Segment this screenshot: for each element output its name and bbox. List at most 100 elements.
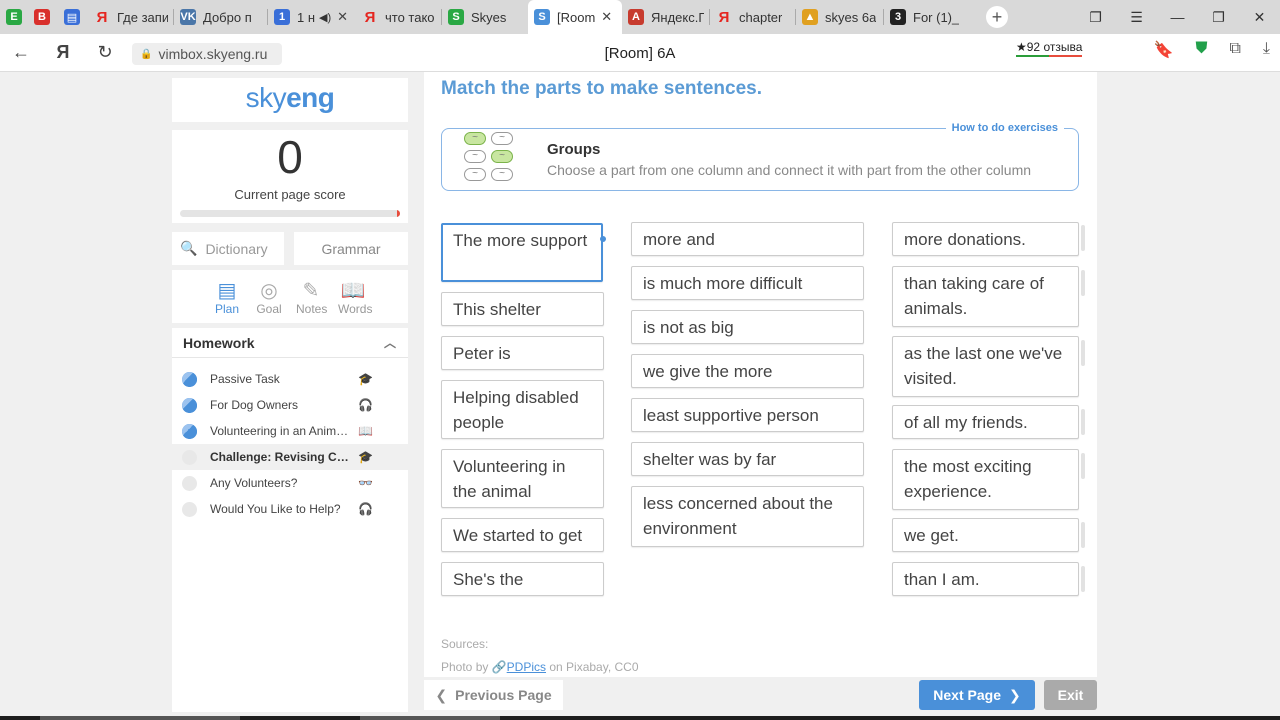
yandex-icon: Я <box>96 8 108 26</box>
match-item-col2[interactable]: least supportive person <box>631 398 864 432</box>
words-icon: 📖 <box>340 280 366 302</box>
match-item-col3[interactable]: than I am. <box>892 562 1079 596</box>
score-value: 0 <box>277 131 303 183</box>
nav-goal[interactable]: ◎ Goal <box>254 278 284 323</box>
tab-yandex-2[interactable]: Ячто тако <box>356 0 442 34</box>
match-item-col1[interactable]: She's the <box>441 562 604 596</box>
homework-item[interactable]: Any Volunteers? 👓 <box>172 470 408 496</box>
skysmart-icon: S <box>448 9 464 25</box>
tab-for[interactable]: 3 For (1)_ <box>884 0 972 34</box>
download-icon[interactable]: ⤓ <box>1263 40 1270 60</box>
groups-title: Groups <box>547 141 601 158</box>
dictionary-search[interactable]: 🔍 Dictionary <box>172 232 284 265</box>
match-item-col2[interactable]: is much more difficult <box>631 266 864 300</box>
reviews-badge[interactable]: ★92 отзыва <box>1016 40 1083 57</box>
nav-words[interactable]: 📖 Words <box>338 278 372 323</box>
tab-yandex-docs[interactable]: A Яндекс.П <box>622 0 710 34</box>
yandex-icon: Я <box>718 8 730 26</box>
drag-handle[interactable] <box>1081 409 1085 435</box>
match-item-col3[interactable]: of all my friends. <box>892 405 1079 439</box>
match-item-col2[interactable]: we give the more <box>631 354 864 388</box>
previous-page-button[interactable]: ❮ Previous Page <box>424 680 563 710</box>
match-item-col3[interactable]: as the last one we've visited. <box>892 336 1079 397</box>
nav-plan[interactable]: ▤ Plan <box>212 278 242 323</box>
chevron-right-icon: ❯ <box>1008 686 1021 703</box>
number-three-icon: 3 <box>890 9 906 25</box>
nav-notes[interactable]: ✎ Notes <box>296 278 327 323</box>
notes-icon: ✎ <box>302 280 320 302</box>
drag-handle[interactable] <box>1081 225 1085 251</box>
protect-shield-icon[interactable]: ⛊ <box>1195 40 1207 60</box>
drag-handle[interactable] <box>1081 566 1085 592</box>
completed-status-icon <box>182 423 197 439</box>
pdf-icon: A <box>628 9 644 25</box>
skyeng-icon: S <box>534 9 550 25</box>
match-item-col1[interactable]: Helping disabled people <box>441 380 604 439</box>
homework-item[interactable]: For Dog Owners 🎧 <box>172 392 408 418</box>
close-icon[interactable]: ✕ <box>601 9 612 25</box>
connector-dot[interactable] <box>600 236 606 242</box>
number-one-icon: 1 <box>274 9 290 25</box>
match-item-col1-selected[interactable]: The more support <box>441 223 603 282</box>
tab-skyes[interactable]: S Skyes <box>442 0 528 34</box>
menu-icon[interactable]: ☰ <box>1116 9 1157 26</box>
page-title: [Room] 6A <box>604 45 676 62</box>
match-item-col1[interactable]: We started to get <box>441 518 604 552</box>
tab-images[interactable]: ▲ skyes 6a <box>796 0 884 34</box>
tab-number-1[interactable]: 11 н ◀) ✕ <box>268 0 356 34</box>
speaker-icon[interactable]: ◀) <box>319 11 331 24</box>
tab-yandex-3[interactable]: Яchapter <box>710 0 796 34</box>
score-label: Current page score <box>234 187 346 202</box>
pdpics-link[interactable]: PDPics <box>507 660 546 674</box>
tab-evernote[interactable]: E <box>0 0 28 34</box>
sidebar-nav: ▤ Plan ◎ Goal ✎ Notes 📖 Words <box>172 270 408 323</box>
match-item-col3[interactable]: than taking care of animals. <box>892 266 1079 327</box>
maximize-icon[interactable]: ❐ <box>1198 9 1239 26</box>
listening-icon: 🎧 <box>358 502 373 516</box>
tab-yandex-1[interactable]: Я Где запи <box>88 0 174 34</box>
homework-item-selected[interactable]: Challenge: Revising Com... 🎓 <box>172 444 408 470</box>
how-to-do-exercises-link[interactable]: How to do exercises <box>945 122 1064 134</box>
match-item-col2[interactable]: more and <box>631 222 864 256</box>
match-item-col2[interactable]: less concerned about the environment <box>631 486 864 547</box>
minimize-icon[interactable]: — <box>1157 9 1198 25</box>
exit-button[interactable]: Exit <box>1044 680 1097 710</box>
tab-vk[interactable]: VK Добро п <box>174 0 268 34</box>
homework-header[interactable]: Homework ︿ <box>172 328 408 358</box>
completed-status-icon <box>182 371 197 387</box>
drag-handle[interactable] <box>1081 340 1085 366</box>
match-item-col3[interactable]: more donations. <box>892 222 1079 256</box>
grammar-button[interactable]: Grammar <box>294 232 408 265</box>
match-item-col1[interactable]: Peter is <box>441 336 604 370</box>
completed-status-icon <box>182 397 197 413</box>
next-page-button[interactable]: Next Page ❯ <box>919 680 1035 710</box>
evernote-icon: E <box>6 9 22 25</box>
b-logo-icon: B <box>34 9 50 25</box>
tabs-menu-icon[interactable]: ❐ <box>1075 9 1116 26</box>
drag-handle[interactable] <box>1081 453 1085 479</box>
homework-item[interactable]: Volunteering in an Anima... 📖 <box>172 418 408 444</box>
drag-handle[interactable] <box>1081 270 1085 296</box>
skyeng-logo[interactable]: skyeng <box>172 78 408 122</box>
tab-vivaldi[interactable]: B <box>28 0 58 34</box>
match-item-col3[interactable]: the most exciting experience. <box>892 449 1079 510</box>
new-tab-button[interactable]: + <box>986 6 1008 28</box>
document-icon: ▤ <box>64 9 80 25</box>
tab-docs[interactable]: ▤ <box>58 0 88 34</box>
drag-handle[interactable] <box>1081 522 1085 548</box>
groups-instruction-box: How to do exercises ~ ~ ~ ~ ~ ~ Groups Choose… <box>441 122 1079 191</box>
match-item-col3[interactable]: we get. <box>892 518 1079 552</box>
homework-item[interactable]: Would You Like to Help? 🎧 <box>172 496 408 522</box>
homework-item[interactable]: Passive Task 🎓 <box>172 366 408 392</box>
close-icon[interactable]: ✕ <box>337 9 348 25</box>
match-item-col1[interactable]: Volunteering in the animal <box>441 449 604 508</box>
tab-room-active[interactable]: S [Room ✕ <box>528 0 622 34</box>
close-window-icon[interactable]: ✕ <box>1239 9 1280 26</box>
match-item-col2[interactable]: shelter was by far <box>631 442 864 476</box>
yandex-icon: Я <box>364 8 376 26</box>
chevron-up-icon[interactable]: ︿ <box>384 334 396 351</box>
collections-icon[interactable]: ⧉ <box>1229 40 1240 60</box>
bookmark-icon[interactable]: 🔖 <box>1154 40 1174 60</box>
match-item-col2[interactable]: is not as big <box>631 310 864 344</box>
match-item-col1[interactable]: This shelter <box>441 292 604 326</box>
